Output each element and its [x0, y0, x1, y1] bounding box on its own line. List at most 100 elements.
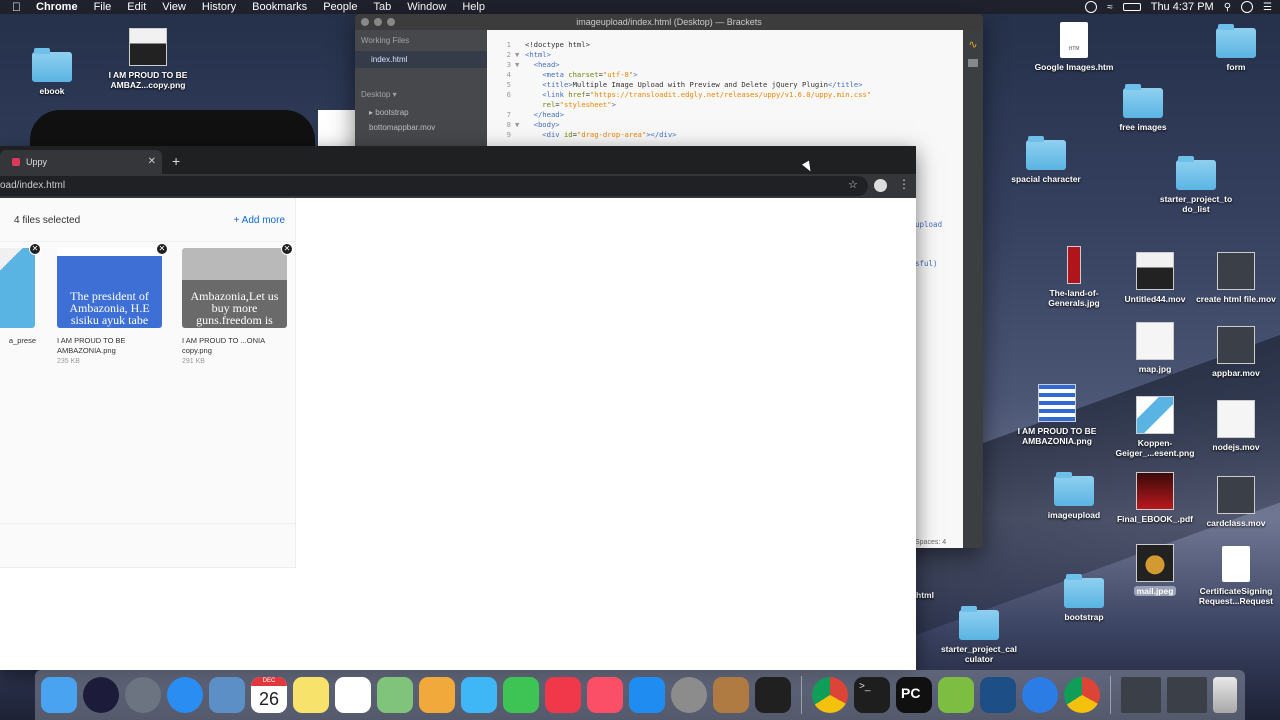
dock-window-thumbnail[interactable]	[1167, 677, 1207, 713]
dock-window-thumbnail[interactable]	[1121, 677, 1161, 713]
siri-icon[interactable]	[83, 677, 119, 713]
code-line[interactable]: 9 <div id="drag-drop-area"></div>	[487, 130, 963, 140]
fold-toggle-icon[interactable]	[515, 100, 525, 110]
menu-tab[interactable]: Tab	[373, 0, 391, 14]
menu-people[interactable]: People	[323, 0, 357, 14]
menu-edit[interactable]: Edit	[127, 0, 146, 14]
working-file-index[interactable]: index.html	[355, 51, 487, 68]
launchpad-icon[interactable]	[125, 677, 161, 713]
finder-icon[interactable]	[41, 677, 77, 713]
desktop-folder-bootstrap[interactable]: bootstrap	[1034, 574, 1134, 622]
code-line[interactable]: 2 ▼ <html>	[487, 50, 963, 60]
music-icon[interactable]	[587, 677, 623, 713]
tree-item-bootstrap[interactable]: ▸ bootstrap	[355, 105, 487, 120]
reminders-icon[interactable]	[335, 677, 371, 713]
desktop-folder-ebook[interactable]: ebook	[2, 48, 102, 96]
menu-app-name[interactable]: Chrome	[36, 0, 78, 14]
profile-avatar-icon[interactable]	[874, 179, 887, 192]
siri-menu-icon[interactable]	[1241, 1, 1254, 13]
menu-view[interactable]: View	[162, 0, 186, 14]
brackets-titlebar[interactable]: imageupload/index.html (Desktop) — Brack…	[355, 14, 983, 30]
code-line[interactable]: 7 </head>	[487, 110, 963, 120]
uppy-dashboard[interactable]: 4 files selected + Add more ✕ a_prese Th…	[0, 198, 296, 568]
safari-icon[interactable]	[167, 677, 203, 713]
code-line[interactable]: 8 ▼ <body>	[487, 120, 963, 130]
zoom-window-button[interactable]	[387, 18, 395, 26]
address-bar[interactable]: oad/index.html	[0, 176, 868, 196]
code-line[interactable]: 4 <meta charset="utf-8">	[487, 70, 963, 80]
chrome-window[interactable]: Uppy ✕ + oad/index.html ☆ ⋮ 4 files sele…	[0, 146, 916, 670]
messages-icon[interactable]	[461, 677, 497, 713]
calendar-icon[interactable]: DEC 26	[251, 677, 287, 713]
fold-toggle-icon[interactable]: ▼	[515, 120, 525, 130]
new-tab-button[interactable]: +	[172, 150, 180, 172]
tab-uppy[interactable]: Uppy ✕	[0, 150, 162, 174]
tree-item-bottomappbar[interactable]: bottomappbar.mov	[355, 120, 487, 135]
trash-icon[interactable]	[1213, 677, 1237, 713]
desktop-file-appbar[interactable]: appbar.mov	[1186, 326, 1280, 378]
terminal-icon[interactable]: >_	[854, 677, 890, 713]
bookmark-star-icon[interactable]: ☆	[848, 178, 858, 191]
fold-toggle-icon[interactable]: ▼	[515, 60, 525, 70]
desktop-file-nodejs[interactable]: nodejs.mov	[1186, 400, 1280, 452]
menu-bookmarks[interactable]: Bookmarks	[252, 0, 307, 14]
photos-icon[interactable]	[419, 677, 455, 713]
fold-toggle-icon[interactable]	[515, 70, 525, 80]
project-dropdown[interactable]: Desktop ▾	[355, 84, 487, 105]
menu-help[interactable]: Help	[462, 0, 485, 14]
minimize-window-button[interactable]	[374, 18, 382, 26]
remove-file-button[interactable]: ✕	[29, 243, 41, 255]
edge-icon[interactable]	[1022, 677, 1058, 713]
battery-icon[interactable]	[1122, 3, 1141, 11]
android-studio-icon[interactable]	[938, 677, 974, 713]
wifi-icon[interactable]: ≈	[1107, 2, 1113, 13]
add-more-button[interactable]: + Add more	[234, 215, 285, 226]
notes-icon[interactable]	[293, 677, 329, 713]
maps-icon[interactable]	[377, 677, 413, 713]
fold-toggle-icon[interactable]	[515, 90, 525, 100]
extension-manager-icon[interactable]	[968, 59, 978, 67]
facetime-icon[interactable]	[503, 677, 539, 713]
chrome-canary-icon[interactable]	[1064, 677, 1100, 713]
remove-file-button[interactable]: ✕	[281, 243, 293, 255]
desktop-file-create-html[interactable]: create html file.mov	[1186, 252, 1280, 304]
desktop-folder-form[interactable]: form	[1186, 24, 1280, 72]
code-line[interactable]: rel="stylesheet">	[487, 100, 963, 110]
menu-file[interactable]: File	[94, 0, 112, 14]
record-icon[interactable]	[1085, 1, 1098, 13]
desktop-folder-free-images[interactable]: free images	[1093, 84, 1193, 132]
desktop-file-certificate[interactable]: CertificateSigning Request...Request	[1186, 546, 1280, 606]
code-line[interactable]: 6 <link href="https://transloadit.edgly.…	[487, 90, 963, 100]
preview-icon[interactable]	[209, 677, 245, 713]
fold-toggle-icon[interactable]	[515, 130, 525, 140]
spotlight-icon[interactable]: ⚲	[1224, 2, 1231, 13]
indent-status[interactable]: Spaces: 4	[915, 539, 946, 546]
fold-toggle-icon[interactable]	[515, 40, 525, 50]
desktop-file-proud-copy[interactable]: I AM PROUD TO BE AMBAZ...copy.png	[98, 28, 198, 90]
close-window-button[interactable]	[361, 18, 369, 26]
fold-toggle-icon[interactable]	[515, 110, 525, 120]
news-icon[interactable]	[545, 677, 581, 713]
menu-window[interactable]: Window	[407, 0, 446, 14]
close-tab-icon[interactable]: ✕	[148, 150, 156, 174]
appstore-icon[interactable]	[629, 677, 665, 713]
code-line[interactable]: 5 <title>Multiple Image Upload with Prev…	[487, 80, 963, 90]
desktop-folder-calculator[interactable]: starter_project_cal culator	[929, 606, 1029, 664]
notification-center-icon[interactable]: ☰	[1263, 2, 1272, 13]
fold-toggle-icon[interactable]: ▼	[515, 50, 525, 60]
desktop-file-google-images[interactable]: HTM Google Images.htm	[1024, 22, 1124, 72]
chrome-icon[interactable]	[812, 677, 848, 713]
brackets-icon[interactable]	[980, 677, 1016, 713]
menu-kebab-icon[interactable]: ⋮	[898, 177, 910, 191]
system-preferences-icon[interactable]	[671, 677, 707, 713]
clock[interactable]: Thu 4:37 PM	[1151, 1, 1214, 13]
simulator-icon[interactable]	[755, 677, 791, 713]
code-line[interactable]: 3 ▼ <head>	[487, 60, 963, 70]
fold-toggle-icon[interactable]	[515, 80, 525, 90]
pycharm-icon[interactable]: PC	[896, 677, 932, 713]
desktop-file-cardclass[interactable]: cardclass.mov	[1186, 476, 1280, 528]
code-line[interactable]: 1 <!doctype html>	[487, 40, 963, 50]
live-preview-icon[interactable]: ∿	[963, 38, 983, 51]
desktop-folder-spacial-character[interactable]: spacial character	[996, 136, 1096, 184]
menu-history[interactable]: History	[202, 0, 236, 14]
